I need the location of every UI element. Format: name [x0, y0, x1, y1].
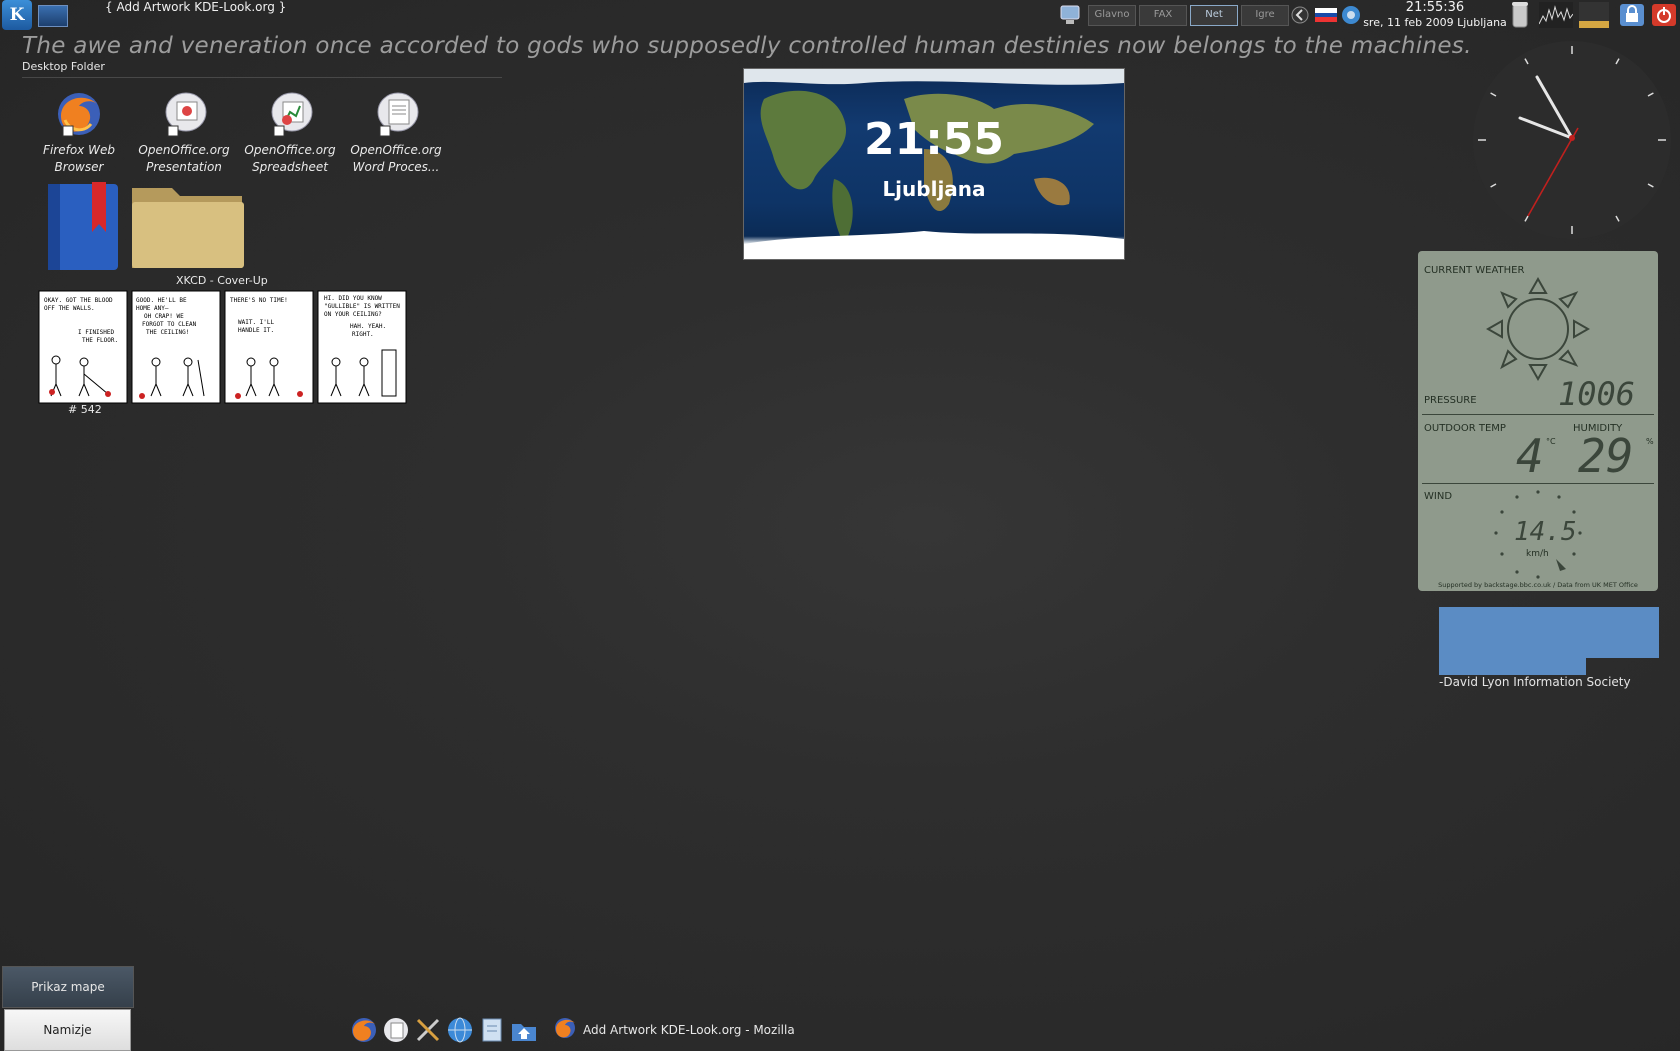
- pager-desktop-4[interactable]: Igre: [1241, 5, 1289, 26]
- pressure-label: PRESSURE: [1424, 395, 1477, 406]
- xkcd-comic-widget[interactable]: OKAY. GOT THE BLOOD OFF THE WALLS. I FINI…: [38, 290, 408, 404]
- weather-divider: [1422, 414, 1654, 415]
- taskbar-item[interactable]: Add Artwork KDE-Look.org - Mozilla: [553, 1016, 795, 1043]
- monitor-icon[interactable]: [1056, 3, 1084, 27]
- trash-icon[interactable]: [1508, 2, 1532, 28]
- globe-icon[interactable]: [446, 1016, 474, 1044]
- humidity-value: 29: [1578, 429, 1634, 483]
- svg-text:WAIT. I'LL: WAIT. I'LL: [238, 319, 275, 326]
- virtual-desktop-pager: Glavno FAX Net Igre: [1088, 5, 1289, 26]
- svg-text:OFF THE WALLS.: OFF THE WALLS.: [44, 305, 95, 312]
- pager-desktop-1[interactable]: Glavno: [1088, 5, 1136, 26]
- folder-icon[interactable]: [130, 180, 246, 270]
- kde-logo-icon: K: [9, 5, 25, 25]
- svg-text:HI. DID YOU KNOW: HI. DID YOU KNOW: [324, 295, 382, 302]
- top-panel: K { Add Artwork KDE-Look.org } Glavno FA…: [0, 0, 1680, 30]
- svg-text:"GULLIBLE" IS WRITTEN: "GULLIBLE" IS WRITTEN: [324, 303, 400, 310]
- desktop-button[interactable]: Namizje: [4, 1009, 131, 1051]
- wind-unit: km/h: [1526, 549, 1549, 559]
- firefox-label-2: Browser: [54, 160, 104, 174]
- back-arrow-icon[interactable]: [1290, 3, 1310, 27]
- kde-menu-button[interactable]: K: [2, 0, 32, 30]
- world-clock-widget[interactable]: 21:55 Ljubljana: [743, 68, 1125, 260]
- weather-credit: Supported by backstage.bbc.co.uk / Data …: [1438, 581, 1638, 589]
- svg-text:ON YOUR CEILING?: ON YOUR CEILING?: [324, 311, 382, 318]
- clock-date: sre, 11 feb 2009 Ljubljana: [1363, 16, 1507, 29]
- pager-desktop-2[interactable]: FAX: [1139, 5, 1187, 26]
- wind-label: WIND: [1424, 491, 1453, 502]
- temp-value: 4: [1516, 429, 1544, 483]
- quick-launch: [350, 1016, 538, 1044]
- quote-text: The awe and veneration once accorded to …: [22, 33, 1472, 59]
- quote-highlight-box: [1439, 607, 1659, 675]
- show-map-button[interactable]: Prikaz mape: [2, 966, 134, 1008]
- show-desktop-button[interactable]: [38, 5, 68, 27]
- svg-text:THERE'S NO TIME!: THERE'S NO TIME!: [230, 297, 288, 304]
- oo-writer-label-1: OpenOffice.org: [350, 143, 442, 157]
- firefox-task-icon: [553, 1016, 577, 1043]
- svg-text:GOOD. HE'LL BE: GOOD. HE'LL BE: [136, 297, 187, 304]
- firefox-label-1: Firefox Web: [43, 143, 115, 157]
- analog-clock-widget[interactable]: [1472, 40, 1672, 240]
- tools-icon[interactable]: [414, 1016, 442, 1044]
- cpu-graph-icon[interactable]: [1538, 2, 1574, 28]
- clock-time: 21:55:36: [1405, 0, 1465, 15]
- svg-text:HANDLE IT.: HANDLE IT.: [238, 327, 274, 334]
- svg-text:I FINISHED: I FINISHED: [78, 329, 115, 336]
- keyboard-layout-icon[interactable]: [1315, 3, 1337, 27]
- quote-author: -David Lyon Information Society: [1439, 675, 1631, 689]
- svg-text:RIGHT.: RIGHT.: [352, 331, 374, 338]
- firefox-launcher[interactable]: Firefox Web Browser: [29, 90, 129, 176]
- home-folder-icon[interactable]: [510, 1016, 538, 1044]
- humidity-unit: %: [1646, 437, 1654, 446]
- pressure-value: 1006: [1558, 375, 1636, 413]
- svg-text:OH CRAP! WE: OH CRAP! WE: [144, 313, 184, 320]
- comic-number: # 542: [68, 403, 102, 416]
- world-clock-city: Ljubljana: [882, 177, 986, 201]
- weather-divider-2: [1422, 483, 1654, 484]
- comic-title: XKCD - Cover-Up: [176, 274, 268, 287]
- oo-spreadsheet-label-1: OpenOffice.org: [244, 143, 336, 157]
- oo-presentation-label-1: OpenOffice.org: [138, 143, 230, 157]
- sun-icon: [1486, 277, 1590, 381]
- svg-text:THE FLOOR.: THE FLOOR.: [82, 337, 118, 344]
- desktop-folder-divider: [22, 77, 502, 78]
- outdoor-temp-label: OUTDOOR TEMP: [1424, 423, 1506, 434]
- book-icon[interactable]: [44, 180, 122, 274]
- weather-widget[interactable]: CURRENT WEATHER PRESSURE 1006 OUTDOOR TE…: [1418, 251, 1658, 591]
- desktop-folder-title: Desktop Folder: [22, 60, 105, 73]
- oo-writer-icon[interactable]: [382, 1016, 410, 1044]
- battery-icon[interactable]: [1578, 2, 1610, 28]
- lock-icon[interactable]: [1618, 3, 1646, 27]
- svg-text:FORGOT TO CLEAN: FORGOT TO CLEAN: [142, 321, 197, 328]
- world-clock-time: 21:55: [863, 114, 1005, 165]
- power-icon[interactable]: [1650, 3, 1678, 27]
- svg-text:HOME ANY—: HOME ANY—: [136, 305, 169, 312]
- taskbar-item-title: Add Artwork KDE-Look.org - Mozilla: [583, 1022, 795, 1037]
- active-window-title[interactable]: { Add Artwork KDE-Look.org }: [105, 0, 286, 14]
- panel-clock[interactable]: 21:55:36 sre, 11 feb 2009 Ljubljana: [1360, 0, 1510, 29]
- oo-presentation-icon: [160, 90, 208, 138]
- current-weather-label: CURRENT WEATHER: [1424, 265, 1525, 276]
- oo-presentation-launcher[interactable]: OpenOffice.org Presentation: [134, 90, 234, 176]
- oo-writer-launcher[interactable]: OpenOffice.org Word Proces...: [346, 90, 446, 176]
- pager-desktop-3[interactable]: Net: [1190, 5, 1238, 26]
- svg-text:THE CEILING!: THE CEILING!: [146, 329, 189, 336]
- oo-spreadsheet-launcher[interactable]: OpenOffice.org Spreadsheet: [240, 90, 340, 176]
- oo-writer-icon: [372, 90, 420, 138]
- file-manager-icon[interactable]: [478, 1016, 506, 1044]
- oo-presentation-label-2: Presentation: [146, 160, 222, 174]
- temp-unit: °C: [1546, 437, 1556, 446]
- svg-text:OKAY. GOT THE BLOOD: OKAY. GOT THE BLOOD: [44, 297, 113, 304]
- oo-writer-label-2: Word Proces...: [352, 160, 440, 174]
- oo-spreadsheet-icon: [266, 90, 314, 138]
- oo-spreadsheet-label-2: Spreadsheet: [252, 160, 328, 174]
- firefox-icon[interactable]: [350, 1016, 378, 1044]
- svg-text:HAH. YEAH.: HAH. YEAH.: [350, 323, 386, 330]
- network-icon[interactable]: [1340, 3, 1362, 27]
- wind-value: 14.5: [1514, 517, 1577, 547]
- firefox-icon: [55, 90, 103, 138]
